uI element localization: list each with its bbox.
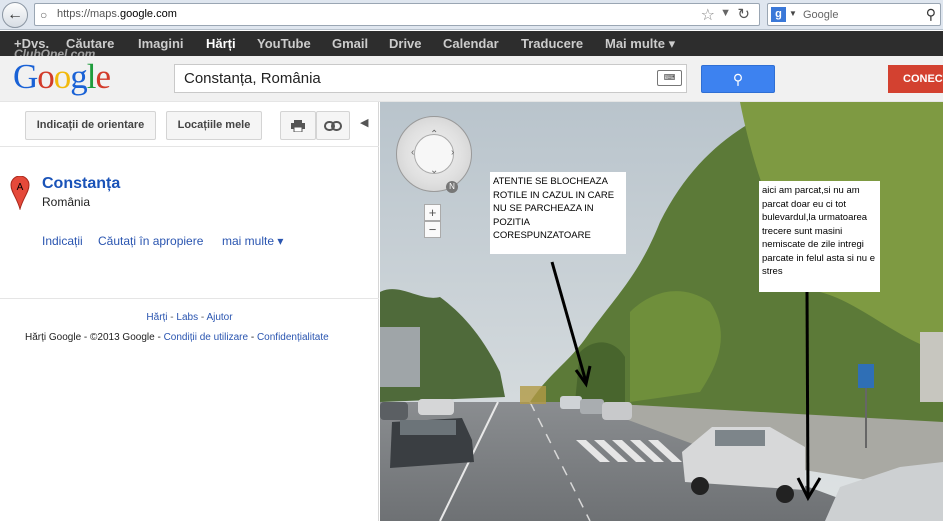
keyboard-icon[interactable]: ⌨ (657, 70, 682, 86)
pan-down-icon[interactable]: ⌄ (430, 165, 438, 176)
footer-labs-link[interactable]: Labs (176, 312, 198, 323)
gbar-item-more[interactable]: Mai multe ▾ (605, 36, 675, 52)
pan-up-icon[interactable]: ⌃ (430, 129, 438, 140)
gbar-item-gmail[interactable]: Gmail (332, 36, 368, 51)
privacy-link[interactable]: Confidențialitate (257, 332, 329, 343)
globe-icon: ○ (40, 8, 48, 22)
printer-icon (291, 120, 305, 133)
gbar-item-youtube[interactable]: YouTube (257, 36, 311, 51)
footer-links: Hărți - Labs - Ajutor (146, 312, 233, 323)
more-link[interactable]: mai multe ▾ (222, 234, 283, 248)
annotation-note-2: aici am parcat,si nu am parcat doar eu c… (759, 181, 880, 292)
my-places-button[interactable]: Locațiile mele (166, 111, 262, 140)
marker-a-icon[interactable]: A (10, 176, 30, 210)
back-button[interactable]: ← (2, 2, 28, 28)
zoom-in-button[interactable]: + (424, 204, 441, 221)
copyright-text: Hărți Google - ©2013 Google - (25, 332, 164, 343)
chevron-down-icon[interactable]: ▼ (720, 7, 731, 19)
link-icon (324, 121, 342, 131)
zoom-out-button[interactable]: − (424, 221, 441, 238)
search-icon[interactable]: ⚲ (926, 6, 936, 23)
divider (0, 298, 379, 299)
google-engine-icon: g (771, 7, 786, 22)
browser-search-placeholder: Google (803, 9, 839, 21)
url-bar[interactable]: ○ https://maps.google.com ☆ ▼ ↻ (34, 3, 760, 26)
print-button[interactable] (280, 111, 316, 140)
footer-maps-link[interactable]: Hărți (146, 312, 167, 323)
place-name[interactable]: Constanța (42, 175, 120, 193)
marker-letter: A (17, 182, 24, 193)
annotation-note-1: ATENTIE SE BLOCHEAZA ROTILE IN CAZUL IN … (490, 172, 626, 254)
gbar-item-images[interactable]: Imagini (138, 36, 184, 51)
directions-button[interactable]: Indicații de orientare (25, 111, 156, 140)
left-panel: Indicații de orientare Locațiile mele ◀ … (0, 102, 379, 521)
street-view-panorama[interactable]: ⌃ ⌄ ‹ › N + − ATENTIE SE BLOCHEAZA ROTIL… (380, 102, 943, 521)
chevron-down-icon[interactable]: ▼ (789, 9, 797, 18)
divider (0, 146, 379, 147)
directions-link[interactable]: Indicații (42, 234, 83, 248)
search-icon: ⚲ (732, 71, 744, 87)
gbar-item-translate[interactable]: Traducere (521, 36, 583, 51)
compass-north-icon: N (446, 181, 458, 193)
collapse-panel-icon[interactable]: ◀ (360, 116, 368, 129)
search-nearby-link[interactable]: Căutați în apropiere (98, 234, 203, 248)
google-bar: +Dvs. Căutare Imagini Hărți YouTube Gmai… (0, 31, 943, 61)
footer-help-link[interactable]: Ajutor (206, 312, 232, 323)
connect-button[interactable]: CONECT (888, 65, 943, 93)
terms-link[interactable]: Condiții de utilizare (164, 332, 249, 343)
pan-control[interactable]: ⌃ ⌄ ‹ › N (396, 116, 472, 193)
google-logo[interactable]: Google (13, 57, 111, 97)
link-button[interactable] (316, 111, 350, 140)
pan-right-icon[interactable]: › (451, 147, 454, 158)
browser-toolbar: ← ○ https://maps.google.com ☆ ▼ ↻ g ▼ Go… (0, 0, 943, 30)
search-button[interactable]: ⚲ (701, 65, 775, 93)
place-country: România (42, 195, 91, 209)
reload-icon[interactable]: ↻ (737, 5, 750, 23)
gbar-item-drive[interactable]: Drive (389, 36, 422, 51)
browser-search-box[interactable]: g ▼ Google ⚲ (767, 3, 941, 26)
search-input[interactable]: Constanța, România (174, 64, 687, 93)
gbar-item-maps[interactable]: Hărți (206, 36, 236, 51)
pan-left-icon[interactable]: ‹ (411, 147, 414, 158)
url-text: https://maps.google.com (57, 8, 177, 20)
gbar-item-calendar[interactable]: Calendar (443, 36, 499, 51)
search-header: Google Constanța, România ⌨ ⚲ CONECT (0, 56, 943, 102)
footer-legal: Hărți Google - ©2013 Google - Condiții d… (25, 332, 329, 343)
bookmark-star-icon[interactable]: ☆ (701, 5, 715, 25)
